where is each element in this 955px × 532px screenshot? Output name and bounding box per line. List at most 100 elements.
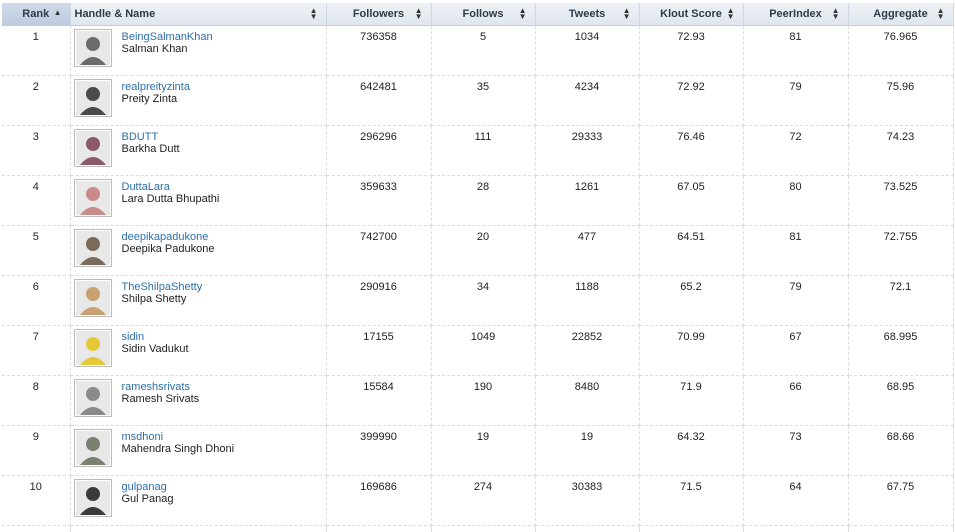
sort-both-icon: ▲▼ (310, 8, 318, 20)
rank-cell: 9 (2, 426, 70, 476)
follows-cell: 111 (431, 126, 535, 176)
tweets-cell: 1188 (535, 276, 639, 326)
tweets-cell: 19 (535, 426, 639, 476)
follows-cell: 19 (431, 426, 535, 476)
table-row: 9msdhoniMahendra Singh Dhoni399990191964… (2, 426, 953, 476)
rank-cell: 7 (2, 326, 70, 376)
column-label: PeerIndex (769, 8, 822, 20)
handle-cell: deepikapadukoneDeepika Padukone (70, 226, 326, 276)
klout-score-cell: 76.46 (639, 126, 743, 176)
avatar[interactable] (74, 279, 112, 317)
tweets-cell: 30383 (535, 476, 639, 526)
handle-cell: rameshsrivatsRamesh Srivats (70, 376, 326, 426)
follows-cell: 35 (431, 76, 535, 126)
peerindex-cell: 67 (743, 326, 848, 376)
handle-cell: BeingSalmanKhanSalman Khan (70, 26, 326, 76)
handle-cell: gulpanagGul Panag (70, 476, 326, 526)
klout-score-cell: 72.93 (639, 26, 743, 76)
table-row: 1BeingSalmanKhanSalman Khan7363585103472… (2, 26, 953, 76)
follows-cell: 28 (431, 176, 535, 226)
klout-score-cell: 64.32 (639, 426, 743, 476)
avatar-head (86, 37, 100, 51)
aggregate-cell: 72.755 (848, 226, 953, 276)
twitter-handle-link[interactable]: DuttaLara (122, 181, 220, 193)
twitter-handle-link[interactable]: sidin (122, 331, 189, 343)
twitter-handle-link[interactable]: BeingSalmanKhan (122, 31, 213, 43)
column-label: Tweets (569, 8, 605, 20)
avatar[interactable] (74, 29, 112, 67)
handle-column-header[interactable]: Handle & Name ▲▼ (70, 3, 326, 26)
klout-column-header[interactable]: Klout Score ▲▼ (639, 3, 743, 26)
rank-cell: 6 (2, 276, 70, 326)
rank-cell: 8 (2, 376, 70, 426)
display-name: Preity Zinta (122, 93, 190, 105)
avatar[interactable] (74, 79, 112, 117)
twitter-handle-link[interactable]: rameshsrivats (122, 381, 200, 393)
rank-cell: 4 (2, 176, 70, 226)
klout-score-cell: 70.99 (639, 326, 743, 376)
avatar-image (76, 181, 110, 215)
follows-cell: 20 (431, 226, 535, 276)
twitter-handle-link[interactable]: TheShilpaShetty (122, 281, 203, 293)
handle-cell: msdhoniMahendra Singh Dhoni (70, 426, 326, 476)
display-name: Mahendra Singh Dhoni (122, 443, 235, 455)
avatar-head (86, 487, 100, 501)
column-label: Handle & Name (75, 8, 156, 20)
peerindex-column-header[interactable]: PeerIndex ▲▼ (743, 3, 848, 26)
followers-column-header[interactable]: Followers ▲▼ (326, 3, 431, 26)
followers-cell: 296296 (326, 126, 431, 176)
rank-cell: 3 (2, 126, 70, 176)
handle-cell: BDUTTBarkha Dutt (70, 126, 326, 176)
display-name: Deepika Padukone (122, 243, 215, 255)
column-label: Followers (353, 8, 404, 20)
sort-both-icon: ▲▼ (415, 8, 423, 20)
aggregate-cell: 68.995 (848, 326, 953, 376)
table-row: 5deepikapadukoneDeepika Padukone74270020… (2, 226, 953, 276)
avatar-image (76, 131, 110, 165)
follows-cell: 1049 (431, 326, 535, 376)
twitter-handle-link[interactable]: gulpanag (122, 481, 174, 493)
avatar[interactable] (74, 379, 112, 417)
avatar[interactable] (74, 479, 112, 517)
twitter-handle-link[interactable]: deepikapadukone (122, 231, 215, 243)
klout-score-cell: 65.2 (639, 276, 743, 326)
follows-column-header[interactable]: Follows ▲▼ (431, 3, 535, 26)
display-name: Barkha Dutt (122, 143, 180, 155)
avatar-image (76, 81, 110, 115)
sort-both-icon: ▲▼ (937, 8, 945, 20)
tweets-column-header[interactable]: Tweets ▲▼ (535, 3, 639, 26)
aggregate-cell: 76.965 (848, 26, 953, 76)
avatar[interactable] (74, 429, 112, 467)
handle-cell: sidinSidin Vadukut (70, 326, 326, 376)
twitter-handle-link[interactable]: realpreityzinta (122, 81, 190, 93)
follows-cell: 190 (431, 376, 535, 426)
followers-cell: 17155 (326, 326, 431, 376)
avatar[interactable] (74, 129, 112, 167)
aggregate-column-header[interactable]: Aggregate ▲▼ (848, 3, 953, 26)
rank-cell: 2 (2, 76, 70, 126)
avatar[interactable] (74, 179, 112, 217)
avatar-image (76, 281, 110, 315)
klout-score-cell: 72.92 (639, 76, 743, 126)
rank-column-header[interactable]: Rank ▲ (2, 3, 70, 26)
display-name: Salman Khan (122, 43, 213, 55)
avatar[interactable] (74, 229, 112, 267)
avatar-image (76, 231, 110, 265)
twitter-handle-link[interactable]: BDUTT (122, 131, 180, 143)
peerindex-cell: 79 (743, 76, 848, 126)
avatar-image (76, 381, 110, 415)
table-row: 3BDUTTBarkha Dutt2962961112933376.467274… (2, 126, 953, 176)
column-label: Rank (22, 8, 49, 20)
twitter-handle-link[interactable]: msdhoni (122, 431, 235, 443)
followers-cell: 736358 (326, 26, 431, 76)
avatar[interactable] (74, 329, 112, 367)
tweets-cell: 29333 (535, 126, 639, 176)
follows-cell: 34 (431, 276, 535, 326)
followers-cell: 290916 (326, 276, 431, 326)
followers-cell: 742700 (326, 226, 431, 276)
peerindex-cell: 72 (743, 126, 848, 176)
display-name: Sidin Vadukut (122, 343, 189, 355)
table-row: 2realpreityzintaPreity Zinta642481354234… (2, 76, 953, 126)
aggregate-cell: 67.75 (848, 476, 953, 526)
klout-score-cell: 64.51 (639, 226, 743, 276)
